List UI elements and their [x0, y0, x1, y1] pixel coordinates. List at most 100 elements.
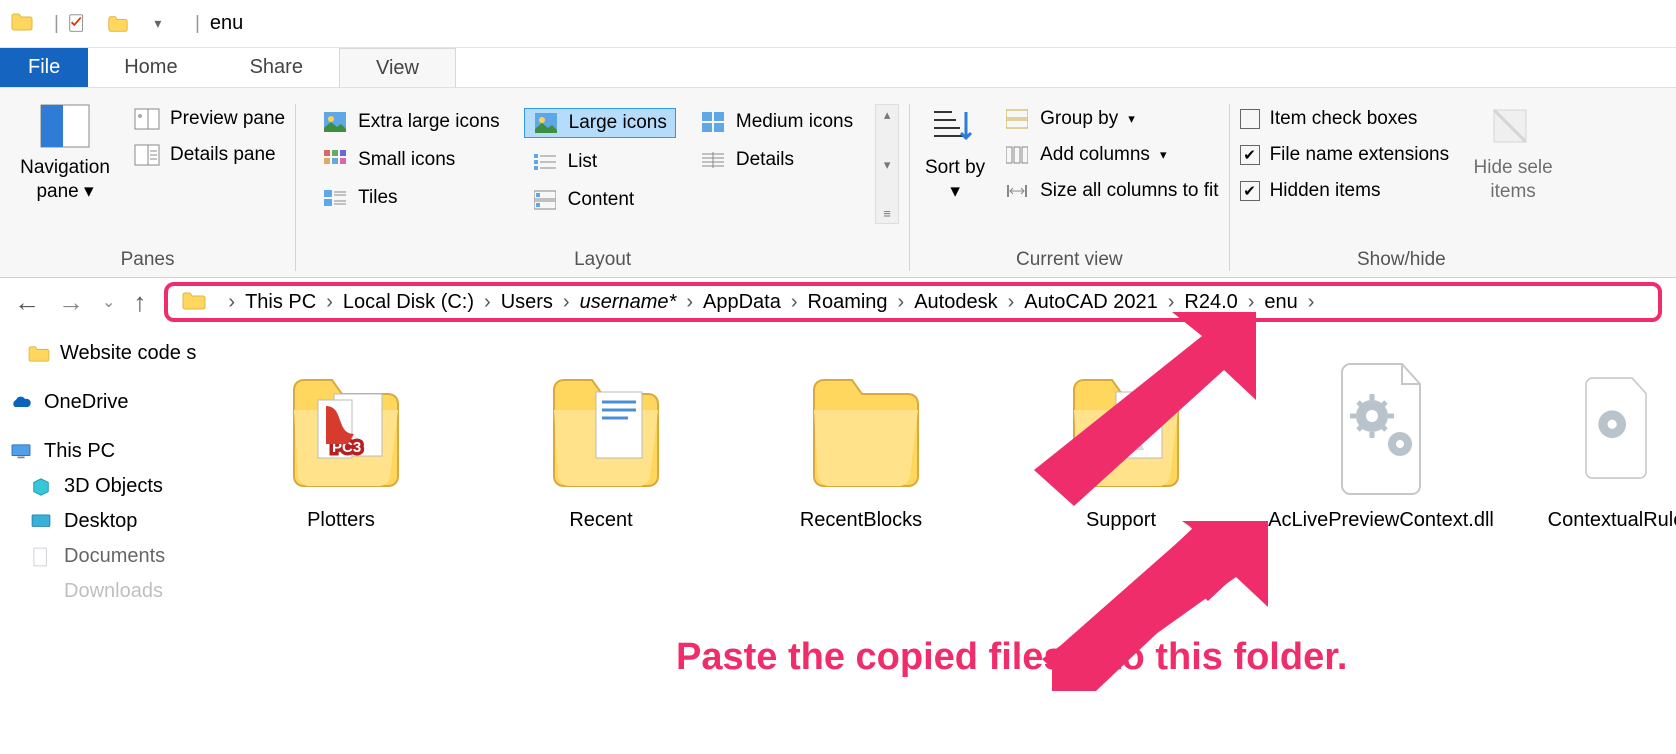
- qat-dropdown-icon[interactable]: ▾: [145, 11, 171, 37]
- breadcrumb-segment[interactable]: Local Disk (C:): [343, 291, 474, 314]
- size-columns-button[interactable]: Size all columns to fit: [1004, 180, 1218, 202]
- file-list[interactable]: PC3 Plotters Recent: [196, 326, 1676, 754]
- breadcrumb-segment[interactable]: Users: [501, 291, 553, 314]
- breadcrumb-separator-icon[interactable]: ›: [326, 291, 333, 314]
- details-pane-button[interactable]: Details pane: [134, 144, 285, 166]
- breadcrumb-separator-icon: ›: [228, 291, 235, 314]
- breadcrumb-separator-icon[interactable]: ›: [484, 291, 491, 314]
- breadcrumb-segment[interactable]: enu: [1264, 291, 1297, 314]
- folder-icon: [10, 10, 38, 38]
- breadcrumb-separator-icon[interactable]: ›: [898, 291, 905, 314]
- layout-details[interactable]: Details: [692, 146, 861, 174]
- small-icons-icon: [322, 149, 348, 171]
- layout-tiles[interactable]: Tiles: [314, 184, 508, 212]
- folder-item[interactable]: Recent: [516, 350, 686, 754]
- layout-extra-large-icons[interactable]: Extra large icons: [314, 108, 508, 136]
- item-label: Plotters: [307, 508, 375, 533]
- breadcrumb-segment[interactable]: Autodesk: [914, 291, 997, 314]
- group-current-view-label: Current view: [1016, 241, 1123, 271]
- tab-home[interactable]: Home: [88, 48, 213, 87]
- main-area: Website code stuff OneDrive This PC 3D O…: [0, 326, 1676, 754]
- folder-item[interactable]: RecentBlocks: [776, 350, 946, 754]
- breadcrumb-segment[interactable]: AppData: [703, 291, 781, 314]
- breadcrumb-segment[interactable]: Roaming: [808, 291, 888, 314]
- breadcrumb-segment[interactable]: username*: [580, 291, 677, 314]
- extra-large-icons-icon: [322, 111, 348, 133]
- file-name-extensions-label: File name extensions: [1270, 144, 1450, 166]
- tree-item[interactable]: Downloads: [6, 574, 188, 609]
- layout-label: Details: [736, 149, 794, 171]
- tab-share[interactable]: Share: [214, 48, 339, 87]
- separator: |: [54, 13, 59, 35]
- tree-label: OneDrive: [44, 391, 128, 414]
- back-button[interactable]: ←: [14, 287, 40, 318]
- hidden-items-toggle[interactable]: Hidden items: [1240, 180, 1450, 202]
- medium-icons-icon: [700, 111, 726, 133]
- preview-pane-icon: [134, 108, 160, 130]
- breadcrumb-separator-icon[interactable]: ›: [686, 291, 693, 314]
- this-pc-icon: [8, 441, 34, 463]
- folder-item[interactable]: PC3 Plotters: [256, 350, 426, 754]
- file-item[interactable]: ContextualRule: [1556, 350, 1676, 754]
- group-panes: Navigation pane ▾ Preview pane Details p…: [0, 100, 295, 277]
- open-folder-icon[interactable]: [105, 11, 131, 37]
- preview-pane-button[interactable]: Preview pane: [134, 108, 285, 130]
- address-bar[interactable]: › This PC › Local Disk (C:) › Users › usern…: [164, 282, 1662, 322]
- breadcrumb-separator-icon[interactable]: ›: [1008, 291, 1015, 314]
- item-check-boxes-label: Item check boxes: [1270, 108, 1418, 130]
- file-item[interactable]: AcLivePreviewContext.dll: [1296, 350, 1466, 754]
- layout-label: Small icons: [358, 149, 455, 171]
- tree-label: Website code stuff: [60, 342, 196, 365]
- layout-small-icons[interactable]: Small icons: [314, 146, 508, 174]
- size-columns-icon: [1004, 180, 1030, 202]
- hide-selected-button[interactable]: Hide sele items: [1463, 104, 1563, 204]
- group-by-button[interactable]: Group by ▾: [1004, 108, 1218, 130]
- layout-content[interactable]: Content: [524, 186, 676, 214]
- sort-label: Sort by ▾: [920, 156, 990, 204]
- add-columns-icon: [1004, 144, 1030, 166]
- navigation-pane-label: Navigation pane ▾: [10, 156, 120, 204]
- tree-item-this-pc[interactable]: This PC: [6, 434, 188, 469]
- tree-item-onedrive[interactable]: OneDrive: [6, 385, 188, 420]
- layout-scrollbar[interactable]: ▴▾≡: [875, 104, 899, 224]
- up-button[interactable]: ↑: [133, 287, 146, 318]
- layout-label: Large icons: [569, 112, 667, 134]
- folder-recent-icon: [536, 350, 666, 500]
- breadcrumb-separator-icon[interactable]: ›: [563, 291, 570, 314]
- breadcrumb-separator-icon[interactable]: ›: [791, 291, 798, 314]
- add-columns-button[interactable]: Add columns ▾: [1004, 144, 1218, 166]
- annotation-arrow-icon: [1026, 306, 1266, 506]
- file-name-extensions-toggle[interactable]: File name extensions: [1240, 144, 1450, 166]
- navigation-pane-icon: [40, 104, 90, 148]
- dll-file-icon: [1551, 350, 1676, 500]
- breadcrumb-separator-icon[interactable]: ›: [1308, 291, 1315, 314]
- item-label: RecentBlocks: [800, 508, 922, 533]
- navigation-tree: Website code stuff OneDrive This PC 3D O…: [0, 326, 196, 754]
- details-pane-label: Details pane: [170, 144, 276, 166]
- item-check-boxes-toggle[interactable]: Item check boxes: [1240, 108, 1450, 130]
- layout-label: Content: [568, 189, 635, 211]
- dropdown-caret-icon: ▾: [1128, 111, 1135, 127]
- tree-item[interactable]: Documents: [6, 539, 188, 574]
- forward-button[interactable]: →: [58, 287, 84, 318]
- navigation-pane-button[interactable]: Navigation pane ▾: [10, 104, 120, 204]
- tab-file[interactable]: File: [0, 48, 88, 87]
- sort-icon: [930, 104, 980, 148]
- sort-by-button[interactable]: Sort by ▾: [920, 104, 990, 204]
- breadcrumb-segment[interactable]: This PC: [245, 291, 316, 314]
- tree-item[interactable]: 3D Objects: [6, 469, 188, 504]
- checkbox-checked-icon: [1240, 181, 1260, 201]
- layout-list[interactable]: List: [524, 148, 676, 176]
- tree-item[interactable]: Desktop: [6, 504, 188, 539]
- tab-view[interactable]: View: [339, 48, 456, 87]
- item-label: Recent: [569, 508, 632, 533]
- layout-medium-icons[interactable]: Medium icons: [692, 108, 861, 136]
- history-dropdown[interactable]: ⌄: [102, 292, 115, 312]
- checkbox-icon: [1240, 109, 1260, 129]
- tree-item[interactable]: Website code stuff: [6, 336, 188, 371]
- layout-large-icons[interactable]: Large icons: [524, 108, 676, 138]
- desktop-icon: [28, 511, 54, 533]
- properties-icon[interactable]: [65, 11, 91, 37]
- folder-icon: [182, 291, 208, 313]
- details-pane-icon: [134, 144, 160, 166]
